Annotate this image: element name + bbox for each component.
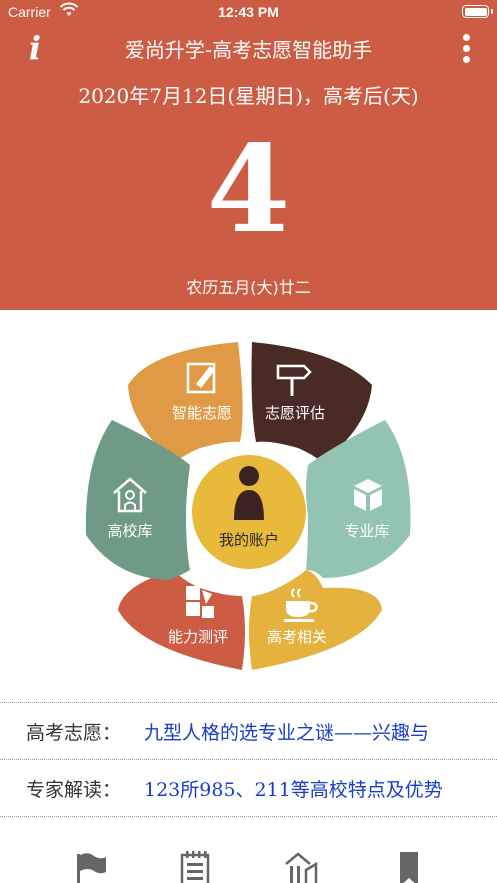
notepad-icon[interactable] [178, 850, 214, 883]
news-tag: 高考志愿： [26, 722, 122, 744]
segment-label: 志愿评估 [264, 404, 325, 422]
tab-bar [0, 840, 497, 883]
box-icon [348, 475, 388, 515]
segment-label: 专业库 [344, 522, 390, 540]
news-row-volunteer[interactable]: 高考志愿： 九型人格的选专业之谜——兴趣与 [0, 703, 497, 759]
lunar-date: 农历五月(大)廿二 [186, 278, 311, 297]
feature-wheel: 智能志愿 志愿评估 专业库 高考相关 能力测评 高校库 我的账户 [0, 330, 497, 690]
edit-icon [182, 358, 222, 398]
segment-label: 能力测评 [167, 628, 228, 646]
divider [0, 816, 497, 817]
days-after-exam-count: 4 [206, 119, 291, 260]
news-row-expert[interactable]: 专家解读： 123所985、211等高校特点及优势 [0, 760, 497, 816]
flag-icon[interactable] [74, 850, 110, 883]
signpost-icon [274, 358, 314, 398]
date-line: 2020年7月12日(星期日)，高考后(天) [78, 84, 419, 108]
bookmark-icon[interactable] [392, 850, 428, 883]
school-icon[interactable] [284, 850, 320, 883]
status-bar: Carrier 12:43 PM [0, 0, 497, 26]
more-options-icon[interactable] [461, 34, 471, 64]
news-title-link[interactable]: 九型人格的选专业之谜——兴趣与 [144, 718, 484, 745]
header-panel: Carrier 12:43 PM i 爱尚升学-高考志愿智能助手 2020年7月… [0, 0, 497, 310]
segment-label: 高考相关 [266, 628, 327, 646]
puzzle-icon [180, 582, 220, 622]
news-tag: 专家解读： [26, 779, 122, 801]
clock: 12:43 PM [218, 4, 279, 20]
app-title: 爱尚升学-高考志愿智能助手 [124, 38, 373, 62]
battery-icon [462, 5, 493, 18]
news-title-link[interactable]: 123所985、211等高校特点及优势 [144, 775, 484, 802]
coffee-icon [280, 585, 320, 625]
center-label: 我的账户 [218, 531, 279, 549]
house-icon [110, 475, 150, 515]
segment-label: 高校库 [107, 522, 153, 540]
